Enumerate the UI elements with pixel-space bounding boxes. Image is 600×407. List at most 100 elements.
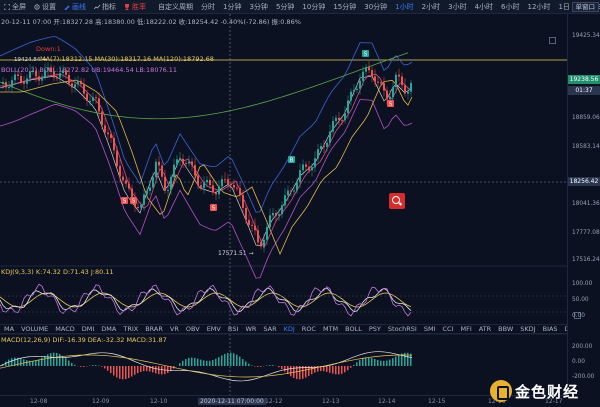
indicator-tab[interactable]: SKDJ [516,325,538,333]
logo-text: 金色财经 [515,382,580,401]
indicator-tab[interactable]: MACD [51,325,77,333]
candle-body [128,183,130,189]
date-label: 12-09 [92,398,110,405]
candle-body [44,70,46,78]
indicator-tab[interactable]: EMV [203,325,224,333]
period-tab[interactable]: 1小时 [391,2,417,12]
candle-body [284,195,286,206]
date-label: 12-14 [378,398,396,405]
price-chart[interactable]: SBS SSS [0,14,567,395]
macd-bar [119,366,121,379]
indicator-tab[interactable]: MTM [319,325,341,333]
period-tab[interactable]: 15分钟 [329,2,360,12]
indicator-tab[interactable]: StochRSI [384,325,420,333]
macd-bar [221,355,223,366]
candle-body [347,100,349,114]
candle-body [200,185,202,188]
candle-body [368,67,370,71]
draw-line-button[interactable]: 画线 [60,2,90,12]
indicator-tab[interactable]: BIAS [539,325,561,333]
boll-middle-band [0,75,413,246]
period-tab[interactable]: 3分钟 [245,2,271,12]
candle-body [281,205,283,215]
candle-body [62,70,64,74]
macd-bar [134,366,136,375]
indicator-tab[interactable]: MA [0,325,17,333]
candle-body [248,219,250,225]
signal-label: S [212,206,216,212]
indicator-tab[interactable]: SAR [259,325,279,333]
macd-bar [239,356,241,366]
macd-axis-label: 200.00 [572,344,593,350]
macd-bar [218,357,220,366]
candle-body [233,184,235,188]
indicator-tab[interactable]: KDJ [280,325,298,333]
period-tab[interactable]: 10分钟 [298,2,329,12]
period-tab[interactable]: 分时 [197,2,219,12]
price-label: 19425.34 [572,33,600,39]
period-list: 自定义周期 分时 1分钟 3分钟 5分钟 10分钟 15分钟 30分钟 1小时 2小时 3小时 4小时… [154,2,600,12]
period-tab[interactable]: 1分钟 [219,2,245,12]
macd-bar [374,358,376,366]
indicator-tab[interactable]: ROC [298,325,319,333]
period-tab[interactable]: 4小时 [471,2,497,12]
macd-bar [110,366,112,374]
indicator-tab[interactable]: VOLUME [17,325,51,333]
fullscreen-button[interactable]: 全屏 [0,2,30,12]
candle-body [209,180,211,186]
candle-body [5,81,7,88]
indicator-tab[interactable]: WR [241,325,259,333]
macd-bar [332,366,334,374]
candle-body [398,74,400,77]
indicator-tab[interactable]: SMI [420,325,439,333]
indicator-button[interactable]: 指标 [90,2,120,12]
period-tab[interactable]: 6小时 [497,2,523,12]
kdj-axis-label: 50.00 [572,297,589,303]
win-rate-button[interactable]: 胜率 [120,2,150,12]
maximize-pane-icon[interactable] [549,37,556,44]
indicator-tab[interactable]: BRAR [141,325,166,333]
candle-body [206,180,208,183]
candle-body [287,190,289,196]
candle-body [407,91,409,94]
period-tab[interactable]: 3小时 [444,2,470,12]
indicator-tab[interactable]: TRIX [119,325,141,333]
pencil-icon [64,5,70,10]
indicator-tab[interactable]: DPO [561,325,567,333]
candle-body [392,87,394,97]
indicator-tab[interactable]: BBW [494,325,516,333]
indicator-tab[interactable]: OBV [182,325,203,333]
indicator-tab[interactable]: CCI [438,325,456,333]
macd-bar [74,364,76,366]
candle-body [59,73,61,78]
indicator-tab[interactable]: ATR [475,325,494,333]
candle-body [35,70,37,77]
period-tab[interactable]: 12小时 [524,2,555,12]
macd-bar [368,357,370,366]
indicator-tab[interactable]: DMA [97,325,119,333]
trade-signals: SBS SSS [121,50,394,212]
search-button[interactable] [389,193,405,209]
draw-line-label: 画线 [72,2,86,11]
indicator-tab[interactable]: RSI [224,325,242,333]
indicator-tab[interactable]: DMI [78,325,98,333]
indicator-tab[interactable]: VR [166,325,182,333]
candle-body [11,80,13,88]
macd-bar [80,366,82,367]
macd-bar [248,363,250,366]
indicator-tab[interactable]: BOLL [341,325,365,333]
settings-button[interactable]: 设置 [30,2,60,12]
window-mode-button[interactable]: 单窗口 [571,2,599,12]
macd-bar [338,366,340,375]
period-tab[interactable]: 自定义周期 [154,2,197,12]
period-tab[interactable]: 2小时 [418,2,444,12]
indicator-tab[interactable]: MFI [456,325,474,333]
macd-bar [83,366,85,367]
period-tab[interactable]: 30分钟 [360,2,391,12]
macd-bar [152,366,154,373]
macd-bar [32,360,34,366]
period-tab[interactable]: 5分钟 [272,2,298,12]
indicator-tab[interactable]: PSY [365,325,384,333]
macd-bar [44,355,46,366]
macd-bar [356,362,358,366]
